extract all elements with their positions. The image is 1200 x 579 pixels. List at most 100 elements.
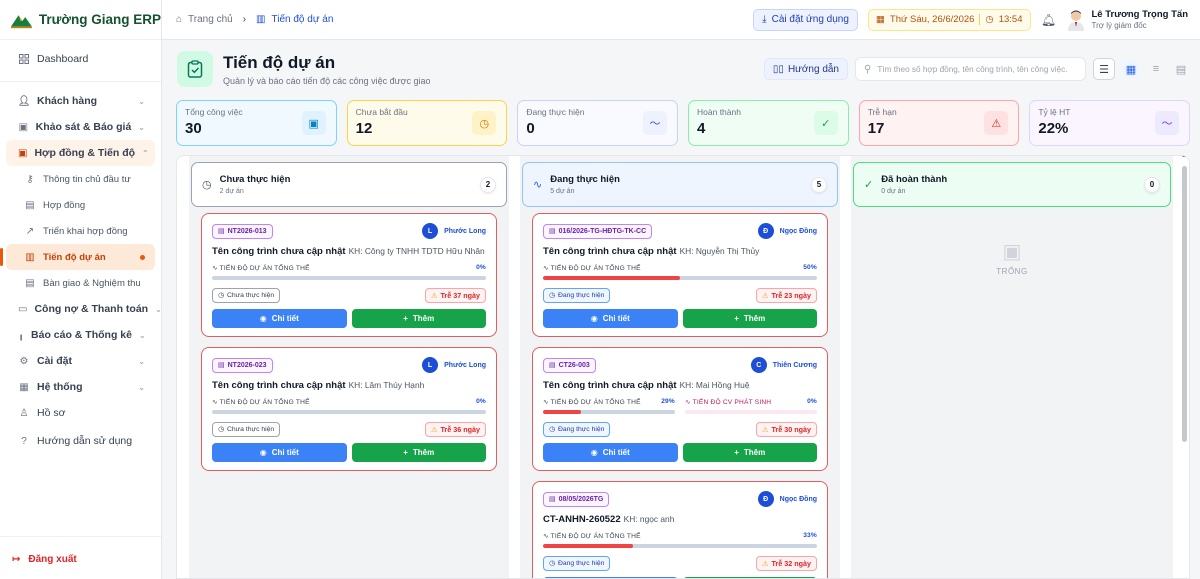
briefcase-icon: ▣ bbox=[18, 147, 28, 159]
sidebar-item-label: Hồ sơ bbox=[37, 407, 66, 419]
sidebar-item-deployment[interactable]: ↗ Triển khai hợp đồng bbox=[6, 218, 155, 244]
calendar-view-button[interactable]: ▤ bbox=[1172, 60, 1190, 78]
sidebar-item-label: Hợp đồng bbox=[43, 199, 86, 211]
column-not-started: ◷ Chưa thực hiện 2 dự án 2 ▤ NT2026-013 L… bbox=[189, 156, 509, 578]
sidebar-item-help[interactable]: ? Hướng dẫn sử dụng bbox=[6, 428, 155, 454]
activity-icon: 〜 bbox=[643, 111, 668, 135]
overdue-badge: ⚠ Trễ 30 ngày bbox=[755, 421, 817, 437]
install-app-button[interactable]: ⤓ Cài đặt ứng dụng bbox=[753, 8, 858, 31]
detail-button[interactable]: ◉ Chi tiết bbox=[212, 442, 347, 462]
detail-button[interactable]: ◉ Chi tiết bbox=[543, 442, 678, 462]
logout-button[interactable]: ↦ Đăng xuất bbox=[12, 554, 77, 565]
avatar bbox=[1067, 10, 1084, 31]
grid-view-button[interactable]: ▦ bbox=[1122, 60, 1140, 78]
progress-overall: ∿ TIẾN ĐỘ DỰ ÁN TỔNG THỂ 29% bbox=[543, 398, 675, 414]
project-card[interactable]: ▤ 016/2026-TG-HĐTG-TK-CC Đ Ngọc Đồng Tên c… bbox=[532, 213, 828, 337]
project-name: Tên công trình chưa cập nhật KH: Mai Hồng… bbox=[543, 380, 817, 391]
file-icon: ▤ bbox=[549, 228, 556, 235]
progress-label: TIẾN ĐỘ DỰ ÁN TỔNG THỂ bbox=[219, 265, 310, 272]
overdue-label: Trễ 32 ngày bbox=[771, 558, 811, 568]
user-menu[interactable]: Lê Trương Trọng Tấn Trợ lý giám đốc bbox=[1067, 9, 1189, 31]
plus-icon: + bbox=[734, 447, 739, 457]
chevron-down-icon: ⌄ bbox=[138, 122, 145, 132]
progress-overall: ∿ TIẾN ĐỘ DỰ ÁN TỔNG THỂ 0% bbox=[212, 398, 486, 414]
date-text: Thứ Sáu, 26/6/2026 bbox=[889, 14, 975, 25]
breadcrumb-home[interactable]: Trang chủ bbox=[188, 14, 233, 25]
sidebar-item-settings[interactable]: ⚙ Cài đặt ⌄ bbox=[6, 348, 155, 374]
user-name: Lê Trương Trọng Tấn bbox=[1091, 9, 1189, 20]
sidebar-item-system[interactable]: ▦ Hệ thống ⌄ bbox=[6, 374, 155, 400]
sidebar-item-handover[interactable]: ▤ Bàn giao & Nghiệm thu bbox=[6, 270, 155, 296]
sidebar-item-survey[interactable]: ▣ Khảo sát & Báo giá ⌄ bbox=[6, 114, 155, 140]
board-scrollbar[interactable] bbox=[1182, 166, 1187, 442]
progress-label: TIẾN ĐỘ CV PHÁT SINH bbox=[692, 399, 772, 406]
guide-button[interactable]: ▯▯ Hướng dẫn bbox=[763, 58, 848, 80]
sidebar-item-project-progress[interactable]: ▥ Tiến độ dự án bbox=[0, 244, 155, 270]
file-icon: ▤ bbox=[25, 199, 35, 211]
sidebar-item-contract[interactable]: ▤ Hợp đồng bbox=[6, 192, 155, 218]
sidebar-item-reports[interactable]: ╻ Báo cáo & Thống kê ⌄ bbox=[6, 322, 155, 348]
status-badge: ◷ Đang thực hiện bbox=[543, 555, 611, 571]
users-icon: 👤︎ bbox=[17, 95, 31, 107]
status-label: Đang thực hiện bbox=[557, 559, 605, 567]
clipboard-icon: ▤ bbox=[25, 277, 35, 289]
sidebar-item-label: Dashboard bbox=[37, 53, 89, 65]
project-card[interactable]: ▤ 08/05/2026TG Đ Ngọc Đồng CT-ANHN-260522 K… bbox=[532, 481, 828, 578]
status-label: Đang thực hiện bbox=[557, 291, 605, 299]
file-icon: ▤ bbox=[218, 228, 225, 235]
project-card[interactable]: ▤ NT2026-013 L Phước Long Tên công trình c… bbox=[201, 213, 497, 337]
project-title: Tên công trình chưa cập nhật bbox=[543, 246, 677, 257]
activity-icon: ∿ bbox=[543, 265, 549, 272]
plus-icon: + bbox=[403, 313, 408, 323]
add-button[interactable]: + Thêm bbox=[682, 442, 817, 462]
stat-overdue: Trễ hạn 17 ⚠ bbox=[858, 100, 1020, 146]
add-button[interactable]: + Thêm bbox=[351, 308, 486, 328]
sidebar-item-investor-info[interactable]: ⚷ Thông tin chủ đầu tư bbox=[6, 166, 155, 192]
chevron-down-icon: ⌄ bbox=[138, 356, 145, 366]
clock-icon: ◷ bbox=[549, 292, 555, 299]
search-input[interactable]: ⚲ Tìm theo số hợp đồng, tên công trình, … bbox=[855, 57, 1086, 81]
detail-button[interactable]: ◉ Chi tiết bbox=[543, 308, 678, 328]
bell-icon[interactable]: 🔔︎ bbox=[1041, 13, 1057, 27]
file-icon: ▤ bbox=[218, 362, 225, 369]
list-view-button[interactable]: ≡ bbox=[1147, 60, 1165, 78]
project-card[interactable]: ▤ CT26-003 C Thiên Cương Tên công trình ch… bbox=[532, 347, 828, 471]
empty-label: TRỐNG bbox=[996, 267, 1028, 276]
server-icon: ▦ bbox=[19, 381, 29, 393]
assignee-name: Phước Long bbox=[444, 227, 486, 235]
check-circle-icon: ✓ bbox=[864, 179, 874, 191]
project-card[interactable]: ▤ NT2026-023 L Phước Long Tên công trình c… bbox=[201, 347, 497, 471]
progress-fill bbox=[543, 276, 680, 280]
topbar-actions: ⤓ Cài đặt ứng dụng ▦ Thứ Sáu, 26/6/2026 … bbox=[753, 8, 1189, 31]
sidebar-item-dashboard[interactable]: Dashboard bbox=[6, 46, 155, 72]
progress-bar bbox=[685, 410, 817, 414]
assignee: L Phước Long bbox=[422, 223, 486, 239]
filter-button[interactable]: ☰ bbox=[1093, 58, 1115, 80]
sidebar-item-profile[interactable]: ♙ Hồ sơ bbox=[6, 400, 155, 426]
status-badge: ◷ Chưa thực hiện bbox=[212, 421, 281, 437]
active-dot bbox=[140, 254, 145, 260]
chevron-down-icon: ⌄ bbox=[155, 304, 162, 314]
add-button[interactable]: + Thêm bbox=[682, 308, 817, 328]
calendar-icon: ▤ bbox=[1175, 63, 1187, 76]
add-button[interactable]: + Thêm bbox=[351, 442, 486, 462]
download-icon: ⤓ bbox=[762, 14, 767, 25]
progress-bar bbox=[212, 410, 486, 414]
sidebar-item-customers[interactable]: 👤︎ Khách hàng ⌄ bbox=[6, 88, 155, 114]
column-title: Đang thực hiện bbox=[550, 174, 620, 185]
sidebar-nav: Dashboard 👤︎ Khách hàng ⌄ ▣ Khảo sát & B… bbox=[0, 40, 162, 454]
activity-icon: ∿ bbox=[533, 179, 543, 191]
scroll-up-icon[interactable]: ▲ bbox=[1181, 156, 1187, 159]
avatar: Đ bbox=[757, 223, 774, 239]
sidebar-item-debts[interactable]: ▭ Công nợ & Thanh toán ⌄ bbox=[6, 296, 162, 322]
clock-icon: ◷ bbox=[218, 426, 224, 433]
detail-button[interactable]: ◉ Chi tiết bbox=[212, 308, 347, 328]
logo[interactable]: Trường Giang ERP bbox=[0, 0, 161, 40]
sidebar-item-contracts[interactable]: ▣ Hợp đồng & Tiến độ ⌃ bbox=[6, 140, 155, 166]
sidebar-item-label: Thông tin chủ đầu tư bbox=[43, 173, 131, 185]
chevron-up-icon: ⌃ bbox=[142, 148, 149, 158]
assignee: Đ Ngọc Đồng bbox=[757, 491, 817, 507]
sliders-icon: ☰ bbox=[1099, 63, 1109, 76]
plus-icon: + bbox=[403, 447, 408, 457]
app-root: Trường Giang ERP Dashboard 👤︎ Khách hàng… bbox=[0, 0, 1200, 579]
